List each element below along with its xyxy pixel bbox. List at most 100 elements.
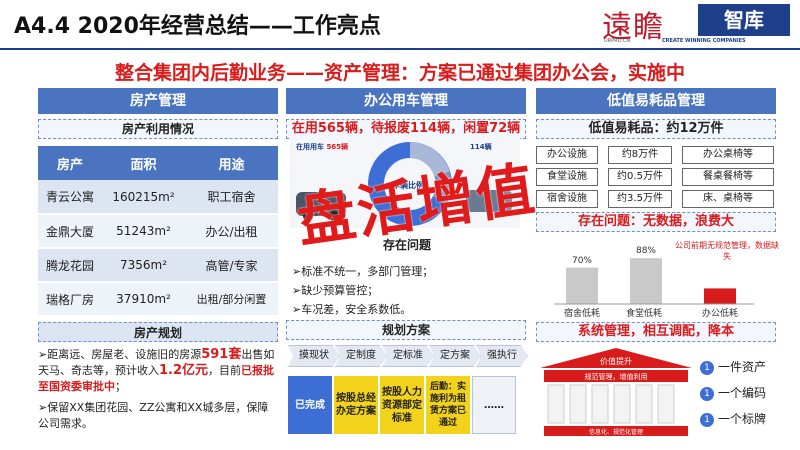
step-standard: 定标准 [382, 345, 434, 367]
number-badge-icon: 1 [700, 412, 714, 427]
vehicle-problem-title: 存在问题 [376, 236, 438, 256]
step-execute: 强执行 [476, 345, 528, 367]
house-pillar [657, 384, 675, 424]
bar-category-label: 办公低耗 [701, 309, 738, 319]
consumables-bar-chart: 70% 88% 宿舍低耗 食堂低耗 办公低耗 公司前期无规范管理，数据缺失 [554, 240, 784, 320]
car-label-in-use-text: 在用用车 [296, 143, 324, 151]
col-header-usage: 用途 [185, 146, 278, 180]
vehicle-plan-title: 规划方案 [286, 320, 526, 340]
plan1-text-e: ，目前 [208, 364, 242, 377]
property-management-header: 房产管理 [38, 88, 278, 114]
number-badge-icon: 1 [700, 360, 714, 375]
house-pillar [547, 384, 565, 424]
cell-area: 51243m² [102, 214, 186, 249]
cell-usage: 出租/部分闲置 [185, 282, 278, 317]
plan1-text-a: 距离远、房屋老、设施旧的房源 [47, 348, 202, 361]
property-plan-item-1: ➢距离远、房屋老、设施旧的房源591套出售如天马、奇志等，预计收入1.2亿元，目… [38, 347, 278, 395]
header-divider [0, 48, 800, 50]
management-house-graphic: 价值提升 规范管理，增值利用 信息化、规范化管理 [540, 348, 692, 436]
car-label-in-use-value: 565辆 [326, 143, 349, 151]
page-header: A4.4 2020年经营总结——工作亮点 遠瞻 智库 URPRO.CN CREA… [0, 0, 800, 56]
cell-area: 37910m² [102, 282, 186, 317]
list-item: ➢缺少预算管控； [292, 281, 522, 300]
consumables-management-header: 低值易耗品管理 [536, 88, 776, 114]
plan-box-done: 已完成 [288, 376, 332, 434]
bar-value-label: 88% [635, 246, 656, 257]
plan1-revenue: 1.2亿元 [159, 363, 209, 378]
logo-url: URPRO.CN [604, 38, 631, 44]
legend-text: 一件资产 [718, 360, 767, 374]
plan1-text-g: ； [115, 380, 126, 393]
slide-headline: 整合集团内后勤业务——资产管理：方案已通过集团办公会，实施中 [114, 62, 685, 84]
legend-text: 一个标牌 [718, 412, 767, 426]
step-survey: 摸现状 [288, 345, 340, 367]
table-row: 金鼎大厦 51243m² 办公/出租 [38, 214, 278, 249]
cell-qty: 约3.5万件 [608, 190, 672, 208]
bar-2 [704, 288, 736, 304]
plan2-text: 保留XX集团花园、ZZ公寓和XX城多层，保障公司需求。 [38, 401, 269, 430]
legend-one-asset: 1 一件资产 [700, 358, 766, 375]
house-pillar [591, 384, 609, 424]
property-plan-item-2: ➢保留XX集团花园、ZZ公寓和XX城多层，保障公司需求。 [38, 400, 278, 432]
col-header-area: 面积 [102, 146, 186, 180]
cell-items: 床、桌椅等 [682, 190, 774, 208]
legend-one-tag: 1 一个标牌 [700, 410, 766, 427]
list-item: ➢标准不统一，多部门管理； [292, 262, 522, 281]
consumables-problem: 存在问题：无数据，浪费大 [536, 212, 776, 232]
property-table-header-row: 房产 面积 用途 [38, 146, 278, 180]
cell-type: 办公设施 [536, 146, 598, 164]
plan-steps: 摸现状 定制度 定标准 定方案 强执行 [288, 345, 528, 367]
cell-property: 瑞格厂房 [38, 282, 102, 317]
bar-category-label: 食堂低耗 [625, 309, 662, 319]
house-pillar [635, 384, 653, 424]
cell-usage: 办公/出租 [185, 214, 278, 249]
problem-text: 缺少预算管控； [301, 284, 379, 297]
plan-box-more: …… [472, 376, 516, 434]
vehicle-status: 在用565辆，待报废114辆，闲置72辆 [286, 119, 526, 139]
vehicle-problem-list: ➢标准不统一，多部门管理； ➢缺少预算管控； ➢车况差，安全系数低。 [292, 262, 522, 319]
cell-type: 宿舍设施 [536, 190, 598, 208]
house-pillar [569, 384, 587, 424]
vehicle-management-header: 办公用车管理 [286, 88, 526, 114]
table-row: 青云公寓 160215m² 职工宿舍 [38, 180, 278, 215]
bullet-arrow-icon: ➢ [292, 265, 302, 278]
bar-0 [566, 267, 598, 304]
bar-1 [630, 258, 662, 304]
cell-items: 办公桌椅等 [682, 146, 774, 164]
table-row: 办公设施 约8万件 办公桌椅等 [536, 146, 776, 164]
step-policy: 定制度 [335, 345, 387, 367]
page-title: A4.4 2020年经营总结——工作亮点 [14, 14, 381, 39]
legend-one-code: 1 一个编码 [700, 384, 766, 401]
problem-text: 车况差，安全系数低。 [301, 303, 412, 316]
consumables-count: 低值易耗品：约12万件 [536, 119, 776, 139]
bullet-arrow-icon: ➢ [38, 348, 48, 361]
cell-qty: 约0.5万件 [608, 168, 672, 186]
table-row: 食堂设施 约0.5万件 餐桌餐椅等 [536, 168, 776, 186]
cell-property: 青云公寓 [38, 180, 102, 215]
problem-text: 标准不统一，多部门管理； [301, 265, 434, 278]
cell-items: 餐桌餐椅等 [682, 168, 774, 186]
cell-property: 腾龙花园 [38, 248, 102, 283]
property-table: 房产 面积 用途 青云公寓 160215m² 职工宿舍 金鼎大厦 51243m²… [38, 146, 278, 317]
cell-qty: 约8万件 [608, 146, 672, 164]
cell-area: 160215m² [102, 180, 186, 215]
number-badge-icon: 1 [700, 386, 714, 401]
house-pillar [613, 384, 631, 424]
bullet-arrow-icon: ➢ [38, 401, 48, 414]
logo-box-text: 智库 [698, 4, 790, 36]
plan1-count: 591套 [201, 347, 242, 362]
logo-slogan: CREATE WINNING COMPANIES [662, 38, 746, 44]
house-base-label: 信息化、规范化管理 [589, 428, 643, 436]
brand-logo: 遠瞻 智库 URPRO.CN CREATE WINNING COMPANIES [602, 0, 794, 46]
col-header-property: 房产 [38, 146, 102, 180]
plan-box-office: 按股总经办定方案 [334, 376, 378, 434]
consumables-summary: 系统管理，相互调配，降本 [536, 322, 776, 342]
legend-text: 一个编码 [718, 386, 767, 400]
cell-property: 金鼎大厦 [38, 214, 102, 249]
plan-box-hr: 按股人力资源部定标准 [380, 376, 424, 434]
house-roof-label: 价值提升 [600, 356, 632, 366]
bullet-arrow-icon: ➢ [292, 284, 302, 297]
house-top-label: 规范管理，增值利用 [585, 372, 648, 381]
property-plan-title: 房产规划 [38, 322, 278, 342]
table-row: 瑞格厂房 37910m² 出租/部分闲置 [38, 282, 278, 317]
